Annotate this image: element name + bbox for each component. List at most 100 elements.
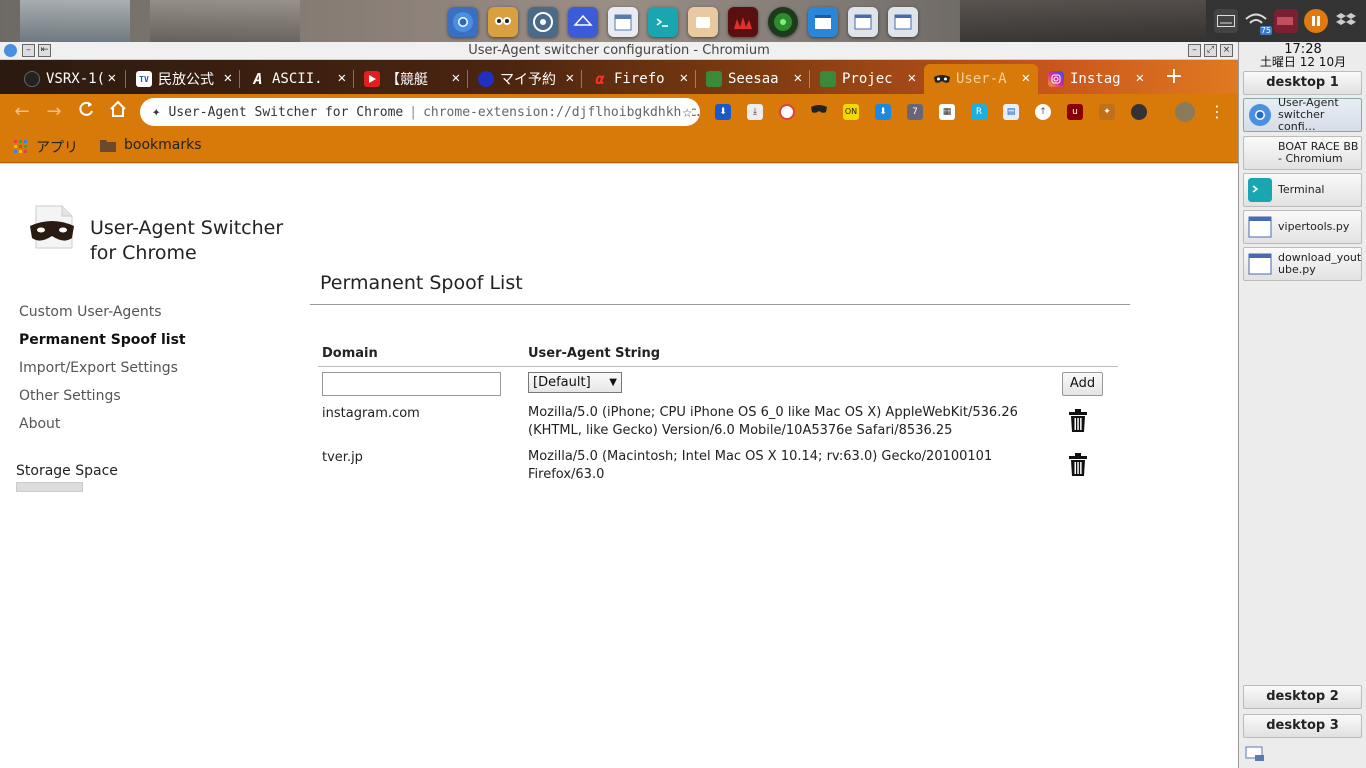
apps-bookmark[interactable]: アプリ [14,137,78,157]
delete-trash-icon[interactable] [1068,409,1088,433]
task-terminal[interactable]: Terminal [1243,173,1362,207]
close-icon[interactable]: ✕ [794,70,802,86]
close-icon[interactable]: ✕ [680,70,688,86]
bookmark-star-icon[interactable]: ☆ [682,102,692,121]
folder-icon [100,139,116,152]
row-user-agent-line2: (KHTML, like Gecko) Version/6.0 Mobile/1… [528,423,953,438]
minimize-button[interactable]: – [1188,44,1201,57]
desktop-3-button[interactable]: desktop 3 [1243,714,1362,738]
owl-dock-icon[interactable] [488,7,518,37]
up-ext-icon[interactable]: ↑ [1035,104,1051,120]
task-boat-race[interactable]: BOAT RACE BB - Chromium [1243,136,1362,170]
seven-ext-icon[interactable]: 7 [907,104,923,120]
nav-about[interactable]: About [19,416,186,444]
task-vipertools[interactable]: vipertools.py [1243,210,1362,244]
tab-seesaa[interactable]: Seesaa ✕ [696,64,810,94]
tab-myyoyaku[interactable]: マイ予約 ✕ [468,64,582,94]
new-tab-button[interactable]: + [1160,66,1188,88]
terminal-dock-icon[interactable] [648,7,678,37]
close-window-button[interactable]: × [1220,44,1233,57]
task-download-youtube[interactable]: download_yout ube.py [1243,247,1362,281]
task-user-agent-switcher[interactable]: User-Agent switcher confi… [1243,97,1362,133]
add-button[interactable]: Add [1062,372,1103,396]
keyboard-icon[interactable] [1214,9,1238,33]
address-bar[interactable]: ✦ User-Agent Switcher for Chrome | chrom… [140,98,700,126]
desktop-1-button[interactable]: desktop 1 [1243,71,1362,95]
save-ext-icon[interactable]: ⤓ [747,104,763,120]
tab-vsrx[interactable]: VSRX-1( ✕ [14,64,126,94]
wifi-icon[interactable]: 75 [1244,9,1272,35]
tab-label: User-A [956,71,1007,87]
close-icon[interactable]: ✕ [1136,70,1144,86]
tab-label: Projec [842,71,893,87]
puzzle-ext-icon[interactable]: ✦ [1099,104,1115,120]
close-icon[interactable]: ✕ [1022,70,1030,86]
window2-dock-icon[interactable] [848,7,878,37]
calendar-dock-icon[interactable] [608,7,638,37]
user-agent-select[interactable]: [Default] ▼ [528,372,622,393]
on-ext-icon[interactable]: ON [843,104,859,120]
tab-label: 【競艇 [386,72,428,88]
grid-ext-icon[interactable]: ▦ [939,104,955,120]
color-ext-icon[interactable] [779,104,795,120]
menu-kebab-icon[interactable]: ⋮ [1205,100,1229,124]
radar-dock-icon[interactable] [768,7,798,37]
extension-name-line2: for Chrome [90,242,197,264]
tab-project[interactable]: Projec ✕ [810,64,924,94]
alpha-icon: α [595,70,605,88]
dropbox-icon[interactable] [1334,9,1358,33]
close-icon[interactable]: ✕ [908,70,916,86]
files-dock-icon[interactable] [688,7,718,37]
network-dock-icon[interactable] [528,7,558,37]
nav-other-settings[interactable]: Other Settings [19,388,186,416]
tab-youtube[interactable]: 【競艇 ✕ [354,64,468,94]
apps-grid-icon [14,140,27,153]
close-icon[interactable]: ✕ [452,70,460,86]
domain-input[interactable] [322,372,501,396]
row-domain: instagram.com [322,406,420,421]
nav-permanent-spoof-list[interactable]: Permanent Spoof list [19,332,186,360]
arrow-down-ext-icon[interactable]: ⬇ [875,104,891,120]
close-icon[interactable]: ✕ [108,70,116,86]
pause-icon[interactable] [1304,9,1328,33]
chromium-dock-icon[interactable] [448,7,478,37]
mask-ext-icon[interactable] [811,104,827,120]
audio-dock-icon[interactable] [728,7,758,37]
task-label-line2: ube.py [1278,263,1316,276]
clock-date: 土曜日 12 10月 [1259,55,1347,69]
nav-custom-user-agents[interactable]: Custom User-Agents [19,304,186,332]
close-icon[interactable]: ✕ [224,70,232,86]
maximize-button[interactable]: ⤢ [1204,44,1217,57]
reload-button[interactable] [74,100,98,124]
battery-icon[interactable] [1274,9,1298,33]
nav-import-export-settings[interactable]: Import/Export Settings [19,360,186,388]
r-ext-icon[interactable]: R [971,104,987,120]
ball-ext-icon[interactable] [1131,104,1147,120]
show-desktop-icon[interactable] [1245,746,1265,762]
wifi-badge: 75 [1259,26,1272,35]
close-icon[interactable]: ✕ [338,70,346,86]
forward-button[interactable]: → [42,100,66,124]
dove-dock-icon[interactable] [568,7,598,37]
tver-icon: TV [136,71,152,87]
tab-ascii[interactable]: A ASCII. ✕ [240,64,354,94]
download-ext-icon[interactable]: ⬇ [715,104,731,120]
ublock-ext-icon[interactable]: u [1067,104,1083,120]
tab-tver[interactable]: TV 民放公式 ✕ [126,64,240,94]
close-icon[interactable]: ✕ [566,70,574,86]
tab-user-agent[interactable]: User-A ✕ [924,64,1038,94]
delete-trash-icon[interactable] [1068,453,1088,477]
extension-puzzle-icon: ✦ [152,104,161,120]
back-button[interactable]: ← [10,100,34,124]
options-sidenav: Custom User-Agents Permanent Spoof list … [19,304,186,444]
profile-avatar[interactable] [1175,102,1195,122]
window3-dock-icon[interactable] [888,7,918,37]
desktop-2-button[interactable]: desktop 2 [1243,685,1362,709]
window-dock-icon[interactable] [808,7,838,37]
tab-label: Instag [1070,71,1121,87]
tab-firefox[interactable]: α Firefo ✕ [582,64,696,94]
bookmarks-folder[interactable]: bookmarks [100,137,202,153]
home-button[interactable] [106,100,130,124]
tab-instagram[interactable]: Instag ✕ [1038,64,1152,94]
folder-ext-icon[interactable]: ▤ [1003,104,1019,120]
